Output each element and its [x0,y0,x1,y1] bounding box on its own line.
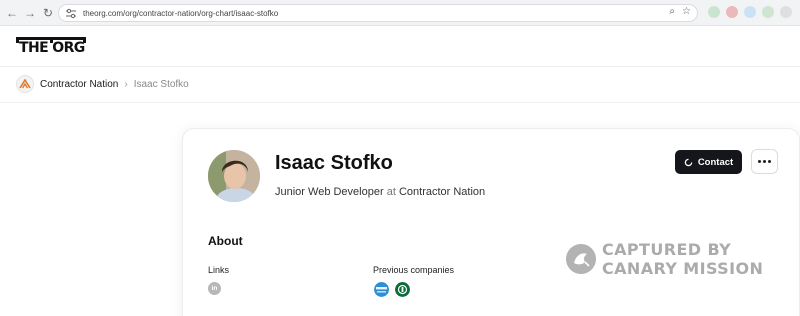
address-bar-url: theorg.com/org/contractor-nation/org-cha… [83,9,279,18]
more-dots-icon [758,160,761,163]
watermark-line-1: CAPTURED BY [602,240,732,259]
contact-button[interactable]: Contact [675,150,742,174]
zoom-icon[interactable]: ⌕ [669,6,675,17]
profile-card: Isaac Stofko Junior Web Developer at Con… [182,128,800,316]
reload-icon[interactable]: ↻ [40,5,56,21]
previous-companies-label: Previous companies [373,265,455,275]
linkedin-icon[interactable]: in [208,282,221,295]
back-icon[interactable]: ← [4,5,20,21]
loading-spinner-icon [684,158,693,166]
person-company-link[interactable]: Contractor Nation [399,186,485,198]
the-org-logo[interactable]: THE ORG [16,34,88,58]
person-name: Isaac Stofko [275,152,393,174]
site-header: THE ORG [0,27,800,67]
contact-button-label: Contact [697,156,734,168]
breadcrumb-separator: › [124,78,128,90]
bookmark-star-icon[interactable]: ☆ [682,6,691,17]
avatar [208,150,260,202]
breadcrumb-company-link[interactable]: Contractor Nation [40,79,118,90]
jobcorps-logo[interactable] [374,282,389,297]
address-bar[interactable]: theorg.com/org/contractor-nation/org-cha… [58,4,698,22]
links-label: Links [208,265,230,275]
header-divider [0,102,800,103]
starbucks-logo[interactable] [395,282,410,297]
person-title: Junior Web Developer at Contractor Natio… [275,186,485,198]
about-heading: About [208,234,243,248]
extension-icon[interactable] [780,6,792,18]
more-dots-icon [763,160,766,163]
watermark-line-2: CANARY MISSION [602,259,764,278]
more-options-button[interactable] [751,149,778,174]
more-dots-icon [768,160,771,163]
breadcrumb-current: Isaac Stofko [133,78,189,90]
person-role: Junior Web Developer [275,186,384,198]
forward-icon[interactable]: → [22,5,38,21]
breadcrumb: Contractor Nation › Isaac Stofko [16,74,189,94]
site-settings-icon[interactable] [65,8,77,19]
person-at-word: at [386,186,396,198]
canary-mission-watermark: CAPTURED BY CANARY MISSION [566,240,776,280]
extension-icon[interactable] [726,6,738,18]
contractor-nation-logo-icon[interactable] [16,75,34,93]
logo-text: THE ORG [19,40,85,56]
browser-toolbar: ← → ↻ theorg.com/org/contractor-nation/o… [0,0,800,26]
canary-bird-icon [566,244,596,274]
extension-icon[interactable] [762,6,774,18]
extension-icon[interactable] [744,6,756,18]
extension-icon[interactable] [708,6,720,18]
